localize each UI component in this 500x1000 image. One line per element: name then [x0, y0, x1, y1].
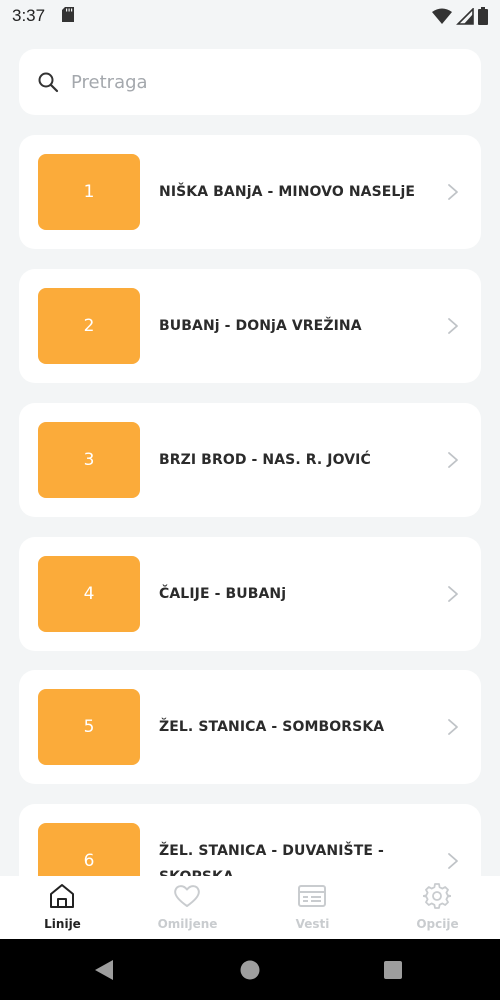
line-name: ŽEL. STANICA - DUVANIŠTE - SKOPSKA: [159, 843, 384, 876]
nav-item-omiljene[interactable]: Omiljene: [125, 876, 250, 939]
lines-list-view[interactable]: 1 NIŠKA BANjA - MINOVO NASELjE 2 BUBANj …: [0, 32, 500, 876]
search-input[interactable]: [71, 63, 461, 101]
bottom-navigation: Linije Omiljene Vesti Opcije: [0, 876, 500, 939]
search-icon: [38, 72, 59, 93]
chevron-right-icon: [448, 853, 458, 869]
line-number-badge: 4: [38, 556, 140, 632]
recent-apps-icon[interactable]: [384, 961, 402, 979]
line-number-badge: 5: [38, 689, 140, 765]
line-card-1[interactable]: 1 NIŠKA BANjA - MINOVO NASELjE: [19, 135, 481, 249]
nav-item-vesti[interactable]: Vesti: [250, 876, 375, 939]
line-name: BRZI BROD - NAS. R. JOVIĆ: [159, 452, 371, 468]
sd-card-icon: [62, 7, 74, 22]
line-name: ŽEL. STANICA - SOMBORSKA: [159, 719, 385, 735]
line-card-2[interactable]: 2 BUBANj - DONjA VREŽINA: [19, 269, 481, 383]
news-icon: [298, 885, 326, 907]
system-navigation-bar: [0, 939, 500, 1000]
line-card-6[interactable]: 6 ŽEL. STANICA - DUVANIŠTE - SKOPSKA: [19, 804, 481, 876]
chevron-right-icon: [448, 318, 458, 334]
line-number-badge: 2: [38, 288, 140, 364]
nav-item-opcije[interactable]: Opcije: [375, 876, 500, 939]
nav-label: Linije: [44, 917, 81, 931]
line-name: BUBANj - DONjA VREŽINA: [159, 318, 362, 334]
nav-label: Omiljene: [157, 917, 218, 931]
battery-icon: [478, 7, 488, 25]
heart-icon: [174, 885, 200, 907]
chevron-right-icon: [448, 452, 458, 468]
line-number-badge: 6: [38, 823, 140, 876]
nav-label: Opcije: [416, 917, 459, 931]
chevron-right-icon: [448, 719, 458, 735]
line-card-3[interactable]: 3 BRZI BROD - NAS. R. JOVIĆ: [19, 403, 481, 517]
status-bar: 3:37: [0, 0, 500, 32]
home-circle-icon[interactable]: [240, 960, 260, 980]
home-icon: [50, 884, 74, 908]
line-name: ČALIJE - BUBANj: [159, 586, 287, 602]
chevron-right-icon: [448, 586, 458, 602]
line-number-badge: 1: [38, 154, 140, 230]
line-card-4[interactable]: 4 ČALIJE - BUBANj: [19, 537, 481, 651]
gear-icon: [423, 883, 451, 909]
status-time: 3:37: [12, 6, 46, 25]
status-icons: [432, 6, 488, 26]
signal-icon: [456, 7, 474, 25]
chevron-right-icon: [448, 184, 458, 200]
nav-label: Vesti: [295, 917, 330, 931]
back-icon[interactable]: [94, 959, 114, 981]
line-card-5[interactable]: 5 ŽEL. STANICA - SOMBORSKA: [19, 670, 481, 784]
wifi-icon: [432, 8, 452, 24]
nav-item-linije[interactable]: Linije: [0, 876, 125, 939]
line-number-badge: 3: [38, 422, 140, 498]
line-name: NIŠKA BANjA - MINOVO NASELjE: [159, 184, 416, 200]
search-box[interactable]: [19, 49, 481, 115]
